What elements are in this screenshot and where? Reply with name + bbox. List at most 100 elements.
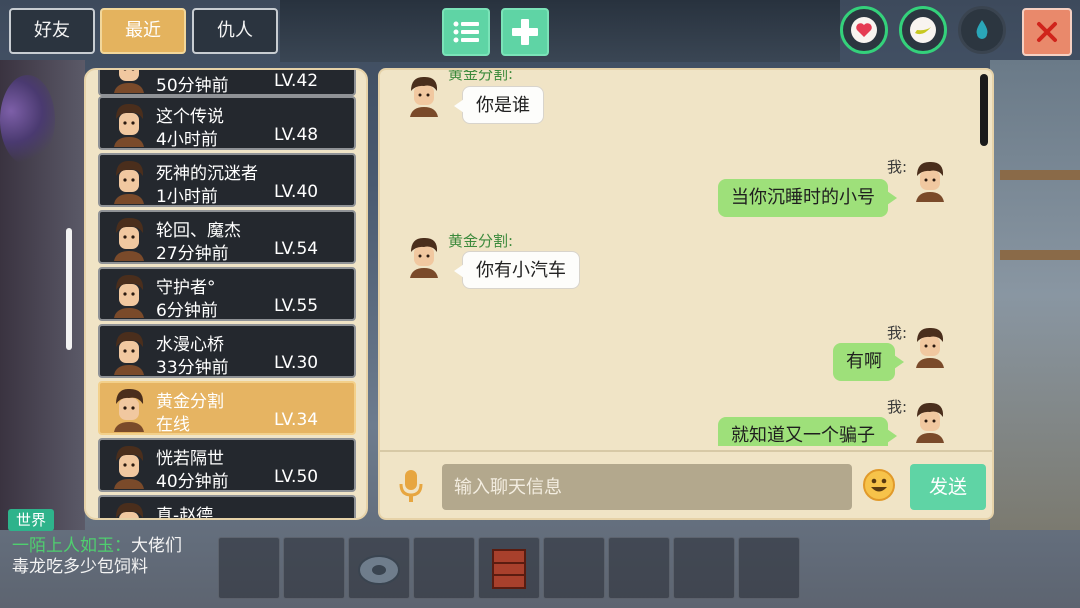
microphone-icon[interactable] <box>398 468 424 504</box>
avatar <box>116 502 144 518</box>
add-friend-button[interactable] <box>501 8 549 56</box>
player-level: LV.54 <box>274 239 319 259</box>
message-bubble: 就知道又一个骗子 <box>718 417 897 446</box>
list-item[interactable]: 轮回、魔杰 27分钟前 LV.54 <box>98 210 356 264</box>
hunger-status <box>899 6 947 54</box>
hotbar-slot[interactable] <box>413 537 475 599</box>
player-level: LV.42 <box>274 71 319 91</box>
chat-scrollbar[interactable] <box>980 74 988 146</box>
friend-name: 守护者° <box>156 278 216 298</box>
world-chat-separator: ： <box>114 536 131 556</box>
message-sender: 我: <box>887 398 908 416</box>
health-status <box>840 6 888 54</box>
world-chat-text: 大佬们 <box>131 536 182 556</box>
message-bubble: 你是谁 <box>454 86 544 124</box>
world-channel-badge[interactable]: 世界 <box>8 509 54 531</box>
friend-name: 轮回、魔杰 <box>156 221 241 241</box>
list-item[interactable]: 50分钟前 LV.42 <box>98 70 356 96</box>
last-seen: 6分钟前 <box>156 301 218 321</box>
hotbar-slot[interactable] <box>218 537 280 599</box>
chat-input-bar: 发送 <box>380 450 992 518</box>
water-drop-icon <box>976 20 988 39</box>
friend-list[interactable]: 50分钟前 LV.42 这个传说 4小时前 LV.48 死神的沉迷者 1小时前 <box>98 70 356 520</box>
world-chat-author: 一陌上人如玉 <box>12 536 114 556</box>
message-sender: 黄金分割: <box>448 70 514 83</box>
player-level: LV.34 <box>274 410 319 430</box>
chat-panel: 黄金分割: 你是谁 我: 当你沉睡时的小号 黄金分割: 你有小汽车 我: 有啊 … <box>378 68 994 520</box>
hotbar-slot[interactable] <box>738 537 800 599</box>
player-level: LV.40 <box>274 182 319 202</box>
tab-enemies[interactable]: 仇人 <box>192 8 278 54</box>
message-bubble: 你有小汽车 <box>454 251 580 289</box>
list-item[interactable]: 恍若隔世 40分钟前 LV.50 <box>98 438 356 492</box>
close-icon <box>1037 22 1057 42</box>
player-level: LV.50 <box>274 467 319 487</box>
avatar <box>916 402 944 443</box>
crate-item-icon <box>492 549 526 589</box>
scene-beam <box>1000 250 1080 260</box>
plus-icon <box>512 19 538 45</box>
list-item[interactable]: 死神的沉迷者 1小时前 LV.40 <box>98 153 356 207</box>
send-button[interactable]: 发送 <box>910 464 986 510</box>
chat-message-input[interactable] <box>442 464 852 510</box>
avatar <box>114 217 144 261</box>
list-icon <box>453 21 479 43</box>
disc-item-icon <box>358 555 400 585</box>
hunger-icon <box>910 17 936 43</box>
last-seen: 33分钟前 <box>156 358 229 378</box>
avatar <box>114 331 144 375</box>
last-seen: 1小时前 <box>156 187 218 207</box>
list-button[interactable] <box>442 8 490 56</box>
avatar <box>410 237 438 278</box>
hotbar-slot[interactable] <box>608 537 670 599</box>
list-item-selected[interactable]: 黄金分割 在线 LV.34 <box>98 381 356 435</box>
emoji-icon[interactable] <box>862 468 896 502</box>
hotbar-slot[interactable] <box>543 537 605 599</box>
close-button[interactable] <box>1022 8 1072 56</box>
list-item[interactable]: 水漫心桥 33分钟前 LV.30 <box>98 324 356 378</box>
message-bubble: 有啊 <box>833 343 904 381</box>
player-level: LV.48 <box>274 125 319 145</box>
last-seen: 50分钟前 <box>156 76 229 96</box>
tab-recent[interactable]: 最近 <box>100 8 186 54</box>
scene-creature <box>0 75 55 165</box>
hotbar-slot[interactable] <box>478 537 540 599</box>
message-sender: 黄金分割: <box>448 232 514 250</box>
list-item[interactable]: 守护者° 6分钟前 LV.55 <box>98 267 356 321</box>
list-item[interactable]: 真-赵德 <box>98 495 356 520</box>
message-sender: 我: <box>887 324 908 342</box>
heart-icon <box>851 17 877 43</box>
scene-beam <box>1000 170 1080 180</box>
scene-background-right <box>990 60 1080 530</box>
friend-list-panel: 50分钟前 LV.42 这个传说 4小时前 LV.48 死神的沉迷者 1小时前 <box>84 68 368 520</box>
message-sender: 我: <box>887 158 908 176</box>
list-item[interactable]: 这个传说 4小时前 LV.48 <box>98 96 356 150</box>
friend-name: 恍若隔世 <box>156 449 224 469</box>
world-chat-text: 毒龙吃多少包饲料 <box>12 557 148 577</box>
chat-messages[interactable]: 黄金分割: 你是谁 我: 当你沉睡时的小号 黄金分割: 你有小汽车 我: 有啊 … <box>380 70 992 446</box>
hotbar-slot[interactable] <box>673 537 735 599</box>
avatar <box>114 103 144 147</box>
avatar <box>114 388 144 432</box>
friend-name: 水漫心桥 <box>156 335 224 355</box>
friend-name: 真-赵德 <box>156 506 214 520</box>
last-seen: 27分钟前 <box>156 244 229 264</box>
avatar <box>114 445 144 489</box>
hotbar-slot[interactable] <box>348 537 410 599</box>
tab-friends[interactable]: 好友 <box>9 8 95 54</box>
world-chat-message: 一陌上人如玉：大佬们 毒龙吃多少包饲料 <box>12 536 222 578</box>
avatar <box>916 327 944 368</box>
player-level: LV.55 <box>274 296 319 316</box>
friend-list-scrollbar[interactable] <box>66 228 72 350</box>
avatar <box>114 160 144 204</box>
friend-name: 死神的沉迷者 <box>156 164 258 184</box>
hotbar-slot[interactable] <box>283 537 345 599</box>
friend-name: 这个传说 <box>156 107 224 127</box>
scene-background-top <box>280 0 840 62</box>
last-seen: 在线 <box>156 415 190 435</box>
player-level: LV.30 <box>274 353 319 373</box>
avatar <box>114 70 144 93</box>
avatar <box>114 274 144 318</box>
last-seen: 40分钟前 <box>156 472 229 492</box>
avatar <box>410 76 438 117</box>
